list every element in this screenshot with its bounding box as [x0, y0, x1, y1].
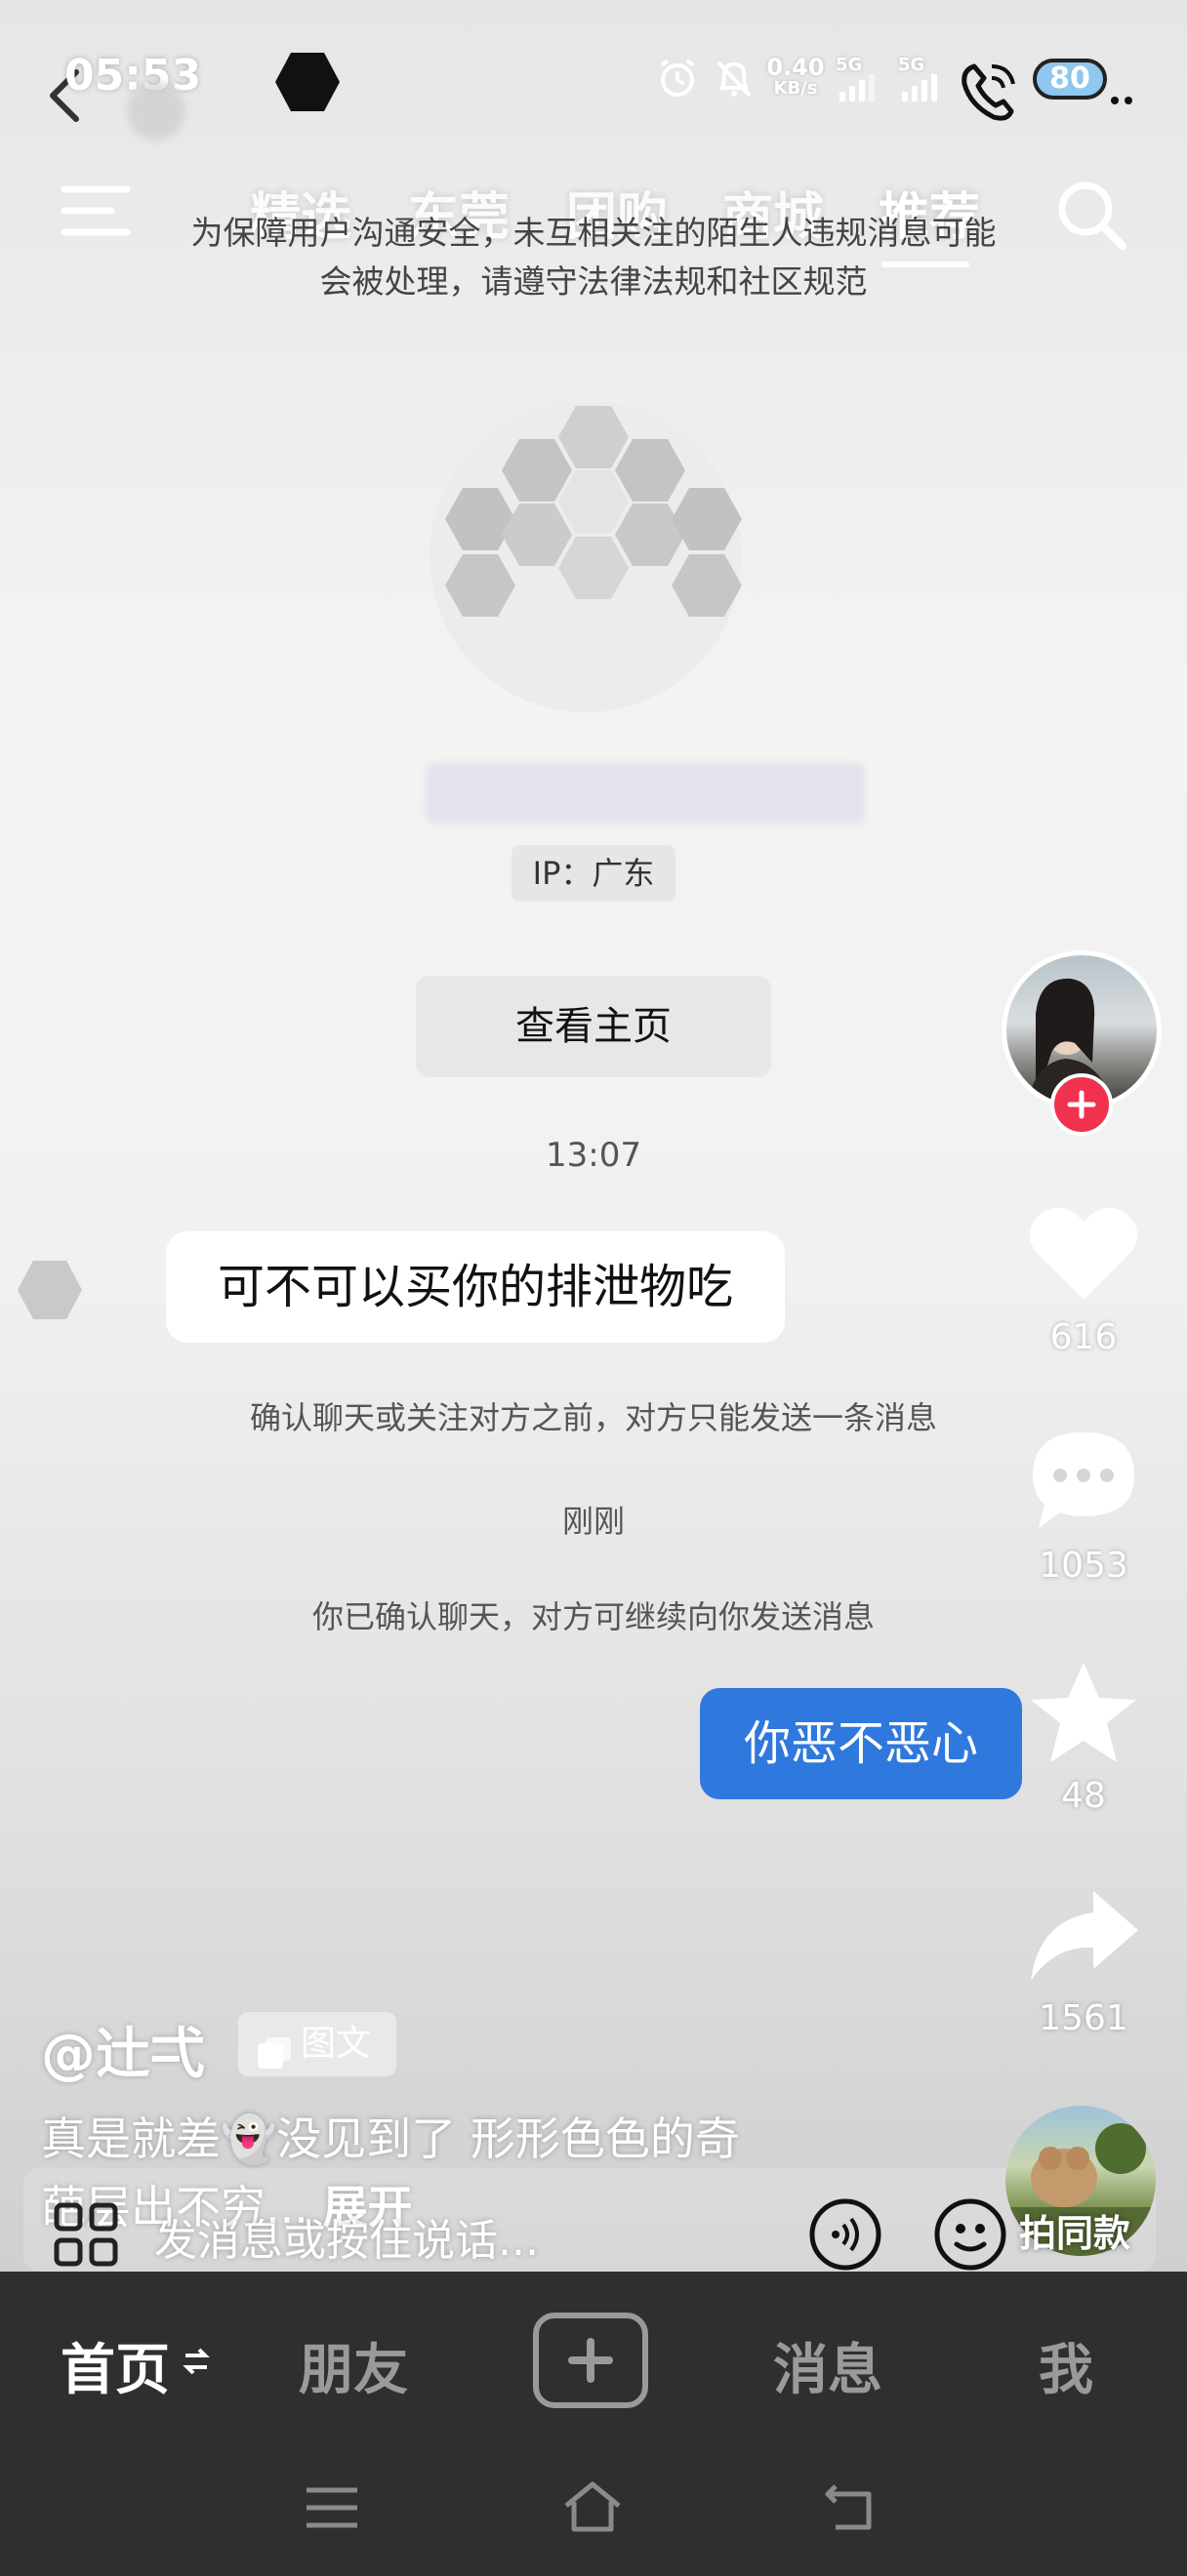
incoming-message-bubble[interactable]: 可不可以买你的排泄物吃: [166, 1231, 785, 1343]
safety-notice-line-2: 会被处理，请遵守法律法规和社区规范: [319, 262, 868, 301]
nav-messages[interactable]: 消息: [773, 2326, 882, 2405]
timestamp-1: 13:07: [546, 1136, 641, 1175]
blurred-avatar-icon: [127, 82, 185, 141]
post-type-tag: 图文: [238, 2012, 396, 2076]
signal-icon-1: 5G: [836, 55, 880, 101]
username-blurred: [426, 763, 865, 824]
confirm-chat-notice: 确认聊天或关注对方之前，对方只能发送一条消息: [249, 1399, 937, 1436]
timestamp-2: 刚刚: [561, 1503, 625, 1540]
call-wifi-icon: [957, 57, 1023, 131]
profile-avatar[interactable]: [410, 390, 761, 716]
image-text-icon: [256, 2028, 293, 2092]
favorite-count: 48: [1061, 1776, 1106, 1816]
system-home-icon[interactable]: [560, 2478, 625, 2537]
apps-grid-icon[interactable]: [51, 2199, 121, 2274]
net-speed: 0.40 KB/s: [766, 54, 825, 99]
more-dots-icon: [1111, 90, 1134, 104]
like-count: 616: [1049, 1317, 1118, 1357]
view-profile-button[interactable]: 查看主页: [416, 976, 771, 1077]
hexagon-icon: [273, 51, 342, 117]
same-style-label[interactable]: 拍同款: [1019, 2203, 1130, 2257]
ip-location: IP：广东: [512, 845, 675, 902]
post-type-label: 图文: [301, 2024, 372, 2064]
signal-icon-2: 5G: [898, 55, 943, 101]
system-back-icon[interactable]: [822, 2480, 880, 2537]
comment-icon[interactable]: [1027, 1427, 1140, 1538]
nav-friends[interactable]: 朋友: [299, 2326, 408, 2405]
emoji-icon[interactable]: [931, 2195, 1009, 2277]
share-arrow-icon[interactable]: [1025, 1887, 1142, 1989]
safety-notice-line-1: 为保障用户沟通安全，未互相关注的陌生人违规消息可能: [190, 214, 997, 252]
comment-count: 1053: [1039, 1546, 1128, 1586]
switch-arrows-icon[interactable]: [182, 2344, 211, 2383]
share-count: 1561: [1039, 1998, 1128, 2038]
alarm-icon: [656, 57, 699, 103]
post-author[interactable]: @辻弌: [41, 2010, 205, 2089]
message-input[interactable]: 发消息或按住说话...: [154, 2205, 539, 2268]
chat-confirmed-notice: 你已确认聊天，对方可继续向你发送消息: [311, 1598, 875, 1635]
sender-avatar-icon: [16, 1259, 84, 1325]
create-plus-button[interactable]: [533, 2313, 648, 2408]
outgoing-message-bubble[interactable]: 你恶不恶心: [700, 1688, 1022, 1799]
nav-me[interactable]: 我: [1039, 2326, 1093, 2405]
battery-indicator: 80: [1033, 59, 1107, 100]
favorite-star-icon[interactable]: [1027, 1659, 1140, 1772]
mute-bell-icon: [713, 57, 756, 103]
system-menu-icon[interactable]: [303, 2484, 361, 2535]
like-heart-icon[interactable]: [1027, 1202, 1140, 1308]
voice-icon[interactable]: [806, 2195, 884, 2277]
nav-home-label: 首页: [61, 2339, 170, 2402]
follow-plus-icon[interactable]: [1050, 1073, 1113, 1136]
nav-home[interactable]: 首页: [61, 2326, 170, 2405]
caption-line-1: 真是就差👻没见到了 形形色色的奇: [41, 2113, 740, 2165]
